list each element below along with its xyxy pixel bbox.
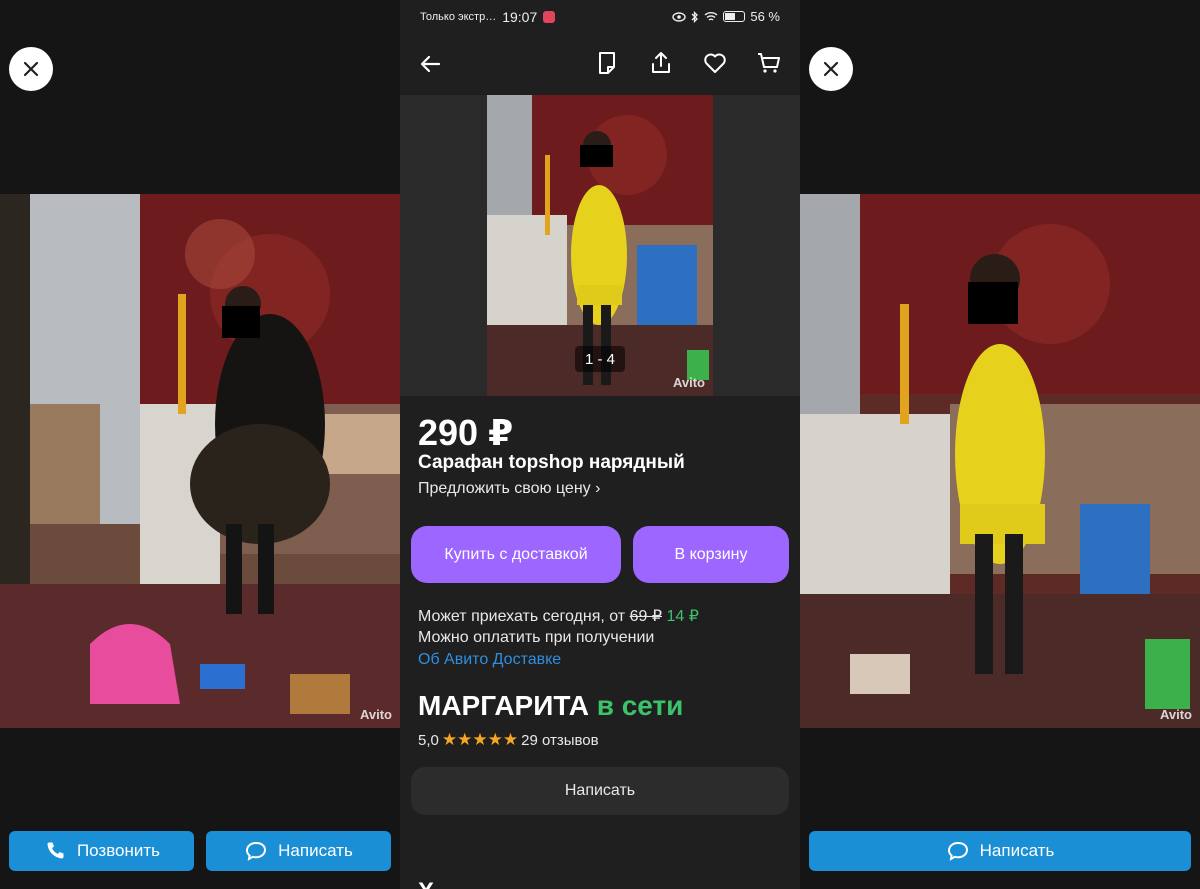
- write-button-label: Написать: [278, 841, 353, 860]
- close-button[interactable]: [9, 47, 53, 91]
- seller-header[interactable]: МАРГАРИТА в сети: [418, 690, 683, 722]
- chat-icon: [947, 841, 968, 861]
- watermark: Avito: [359, 707, 392, 722]
- seller-rating[interactable]: 5,0 ★★★★★ 29 отзывов: [418, 730, 599, 750]
- delivery-about-link[interactable]: Об Авито Доставке: [418, 651, 561, 669]
- screen-record-icon: [543, 10, 556, 23]
- price: 290 ₽: [418, 412, 514, 453]
- call-button[interactable]: Позвонить: [9, 831, 194, 871]
- heart-icon[interactable]: [702, 50, 728, 76]
- chat-icon: [246, 841, 267, 861]
- watermark: Avito: [1159, 707, 1192, 722]
- buy-with-delivery-label: Купить с доставкой: [444, 545, 588, 563]
- star-icon: ★: [472, 730, 488, 749]
- listing-screen: Только экстр… 19:07 56 % Avito 1 - 4 290…: [400, 0, 800, 889]
- note-icon[interactable]: [594, 50, 620, 76]
- battery-percent: 56 %: [750, 9, 780, 24]
- payment-info: Можно оплатить при получении: [418, 629, 655, 646]
- cart-icon[interactable]: [756, 50, 782, 76]
- delivery-info: Может приехать сегодня, от 69 ₽ 14 ₽: [418, 606, 699, 626]
- call-button-label: Позвонить: [76, 841, 161, 860]
- star-icon: ★: [457, 730, 473, 749]
- close-icon: [823, 61, 839, 77]
- write-seller-button[interactable]: Написать: [411, 767, 789, 815]
- next-section-heading: Х: [418, 878, 434, 889]
- gallery-panel-right: Avito Написать: [800, 0, 1200, 889]
- star-icon: ★: [487, 730, 503, 749]
- chevron-right-icon: ›: [595, 480, 601, 497]
- listing-photo[interactable]: Avito: [0, 194, 400, 728]
- gallery-panel-left: Avito Позвонить Написать: [0, 0, 400, 889]
- toolbar: [400, 33, 800, 95]
- write-button[interactable]: Написать: [809, 831, 1191, 871]
- write-button-label: Написать: [979, 841, 1055, 860]
- photo-counter: 1 - 4: [575, 346, 625, 372]
- listing-title: Сарафан topshop нарядный: [418, 452, 685, 473]
- status-bar: Только экстр… 19:07 56 %: [400, 0, 800, 33]
- add-to-cart-button[interactable]: В корзину: [633, 526, 789, 583]
- delivery-new-price: 14 ₽: [666, 608, 699, 625]
- status-icons: 56 %: [672, 9, 780, 24]
- star-icon: ★: [441, 730, 458, 749]
- watermark: Avito: [672, 375, 705, 390]
- buy-with-delivery-button[interactable]: Купить с доставкой: [411, 526, 621, 583]
- phone-icon: [47, 842, 64, 859]
- seller-name: МАРГАРИТА: [418, 690, 589, 721]
- delivery-old-price: 69 ₽: [629, 608, 662, 625]
- reviews-count: 29 отзывов: [521, 731, 599, 749]
- seller-online-status: в сети: [596, 690, 684, 721]
- write-button[interactable]: Написать: [206, 831, 391, 871]
- offer-price-link[interactable]: Предложить свою цену ›: [418, 480, 600, 498]
- write-seller-label: Написать: [564, 782, 636, 799]
- carrier-text: Только экстр…: [420, 10, 497, 23]
- toolbar-actions: [594, 50, 782, 76]
- offer-price-label: Предложить свою цену: [418, 480, 591, 497]
- delivery-prefix: Может приехать сегодня, от: [418, 608, 626, 625]
- photo-carousel[interactable]: Avito 1 - 4: [400, 95, 800, 396]
- battery-icon: [723, 11, 746, 22]
- back-arrow-icon[interactable]: [418, 51, 444, 77]
- rating-stars: ★★★★★: [442, 730, 518, 750]
- listing-photo[interactable]: Avito: [800, 194, 1200, 728]
- share-icon[interactable]: [648, 50, 674, 76]
- clock: 19:07: [502, 8, 538, 25]
- add-to-cart-label: В корзину: [674, 545, 748, 563]
- rating-value: 5,0: [418, 731, 439, 749]
- screenshot-root: Avito Позвонить Написать Только экстр… 1…: [0, 0, 1200, 889]
- close-icon: [23, 61, 39, 77]
- bluetooth-icon: [691, 10, 699, 23]
- star-icon: ★: [502, 730, 519, 749]
- close-button[interactable]: [809, 47, 853, 91]
- eye-icon: [672, 11, 687, 22]
- wifi-icon: [704, 12, 718, 21]
